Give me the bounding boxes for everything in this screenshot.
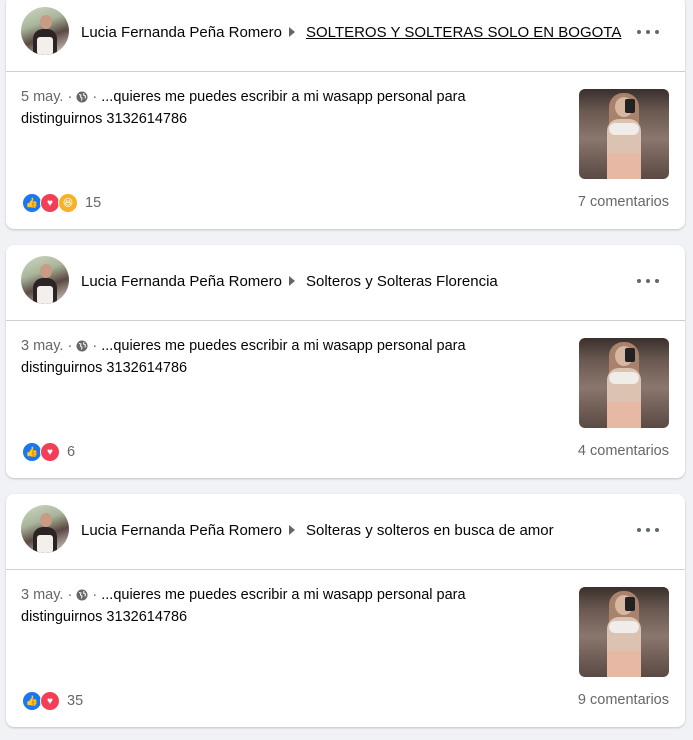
post-card: Lucia Fernanda Peña Romero Solteras y so… bbox=[6, 494, 685, 727]
author-avatar[interactable] bbox=[21, 256, 69, 304]
post-thumbnail[interactable] bbox=[579, 338, 669, 428]
more-options-icon[interactable] bbox=[637, 22, 659, 42]
post-card: Lucia Fernanda Peña Romero SOLTEROS Y SO… bbox=[6, 0, 685, 229]
like-icon: 👍 bbox=[22, 193, 42, 213]
like-icon: 👍 bbox=[22, 691, 42, 711]
reaction-count: 35 bbox=[67, 693, 84, 709]
author-name[interactable]: Lucia Fernanda Peña Romero bbox=[81, 273, 282, 290]
post-snippet: 3 may. · · ...quieres me puedes escribir… bbox=[21, 587, 466, 625]
caret-right-icon bbox=[289, 27, 295, 37]
like-icon: 👍 bbox=[22, 442, 42, 462]
comments-link[interactable]: 9 comentarios bbox=[578, 692, 669, 708]
more-options-icon[interactable] bbox=[637, 520, 659, 540]
reactions-summary[interactable]: 👍 ♥ 😆 15 bbox=[22, 193, 101, 213]
caret-right-icon bbox=[289, 276, 295, 286]
author-name[interactable]: Lucia Fernanda Peña Romero bbox=[81, 522, 282, 539]
love-icon: ♥ bbox=[40, 442, 60, 462]
post-header: Lucia Fernanda Peña Romero Solteros y So… bbox=[6, 245, 685, 321]
globe-icon bbox=[76, 89, 88, 109]
author-avatar[interactable] bbox=[21, 505, 69, 553]
post-header: Lucia Fernanda Peña Romero Solteras y so… bbox=[6, 494, 685, 570]
caret-right-icon bbox=[289, 525, 295, 535]
post-snippet: 3 may. · · ...quieres me puedes escribir… bbox=[21, 338, 466, 376]
haha-icon: 😆 bbox=[58, 193, 78, 213]
reaction-count: 6 bbox=[67, 444, 76, 460]
author-name[interactable]: Lucia Fernanda Peña Romero bbox=[81, 24, 282, 41]
group-name[interactable]: Solteros y Solteras Florencia bbox=[306, 273, 498, 290]
group-name[interactable]: SOLTEROS Y SOLTERAS SOLO EN BOGOTA bbox=[306, 24, 621, 41]
comments-link[interactable]: 4 comentarios bbox=[578, 443, 669, 459]
post-date[interactable]: 3 may. bbox=[21, 338, 63, 354]
author-avatar[interactable] bbox=[21, 7, 69, 55]
group-name[interactable]: Solteras y solteros en busca de amor bbox=[306, 522, 554, 539]
reaction-count: 15 bbox=[85, 195, 102, 211]
globe-icon bbox=[76, 587, 88, 607]
snippet-text-phone: distinguirnos 3132614786 bbox=[21, 111, 188, 127]
snippet-text-phone: distinguirnos 3132614786 bbox=[21, 609, 188, 625]
love-icon: ♥ bbox=[40, 193, 60, 213]
reactions-summary[interactable]: 👍 ♥ 6 bbox=[22, 442, 75, 462]
globe-icon bbox=[76, 338, 88, 358]
more-options-icon[interactable] bbox=[637, 271, 659, 291]
post-thumbnail[interactable] bbox=[579, 587, 669, 677]
post-date[interactable]: 5 may. bbox=[21, 89, 63, 105]
snippet-text: ...quieres me puedes escribir a mi wasap… bbox=[101, 338, 466, 354]
post-header: Lucia Fernanda Peña Romero SOLTEROS Y SO… bbox=[6, 0, 685, 72]
snippet-text-phone: distinguirnos 3132614786 bbox=[21, 360, 188, 376]
post-snippet: 5 may. · · ...quieres me puedes escribir… bbox=[21, 89, 466, 127]
post-date[interactable]: 3 may. bbox=[21, 587, 63, 603]
reactions-summary[interactable]: 👍 ♥ 35 bbox=[22, 691, 83, 711]
comments-link[interactable]: 7 comentarios bbox=[578, 194, 669, 210]
post-thumbnail[interactable] bbox=[579, 89, 669, 179]
love-icon: ♥ bbox=[40, 691, 60, 711]
snippet-text: ...quieres me puedes escribir a mi wasap… bbox=[101, 89, 466, 105]
snippet-text: ...quieres me puedes escribir a mi wasap… bbox=[101, 587, 466, 603]
post-card: Lucia Fernanda Peña Romero Solteros y So… bbox=[6, 245, 685, 478]
